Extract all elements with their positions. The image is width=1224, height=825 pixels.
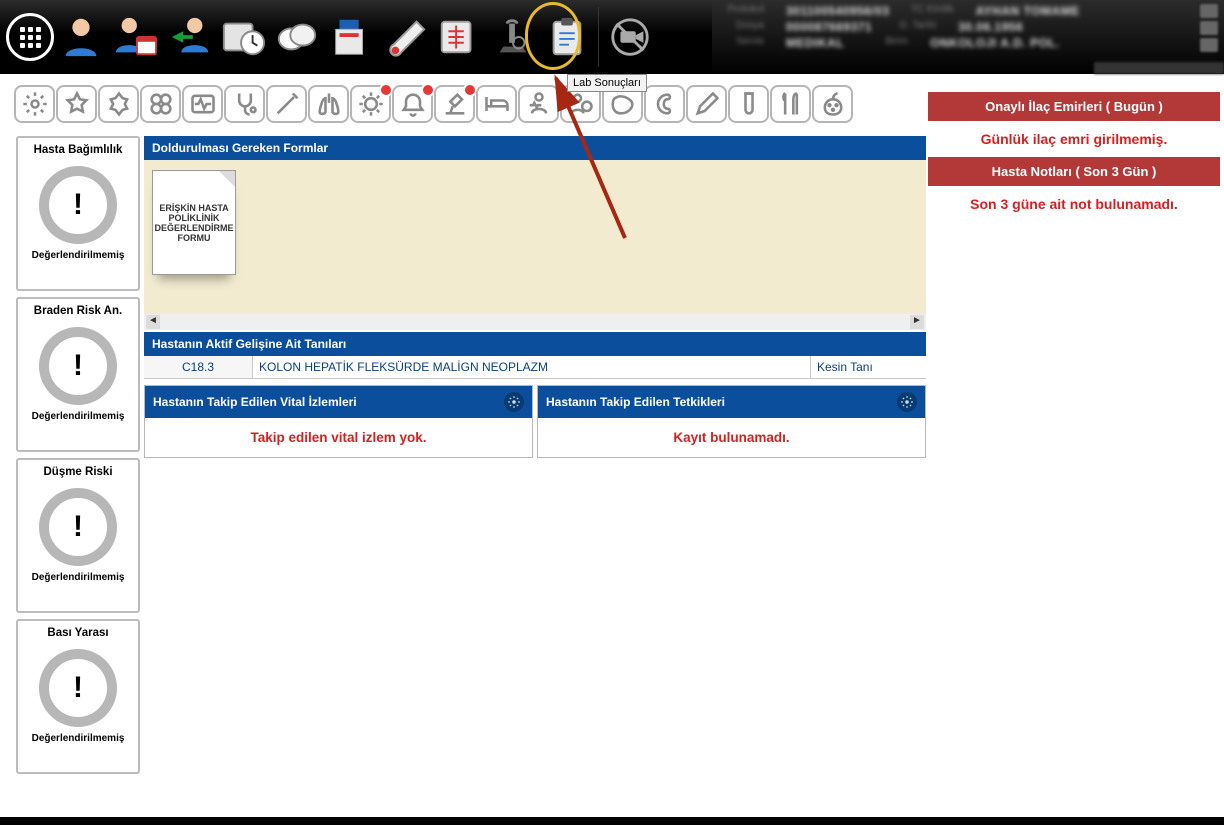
risk-card-fall[interactable]: Düşme Riski ! Değerlendirilmemiş xyxy=(16,458,140,613)
patient-schedule-button[interactable] xyxy=(108,0,162,74)
risk-card-dependency[interactable]: Hasta Bağımlılık ! Değerlendirilmemiş xyxy=(16,136,140,291)
patient-actions[interactable] xyxy=(1200,4,1218,52)
clock-button[interactable] xyxy=(216,0,270,74)
right-sidebar: Onaylı İlaç Emirleri ( Bugün ) Günlük il… xyxy=(928,92,1220,222)
notes-header: Hasta Notları ( Son 3 Gün ) xyxy=(928,157,1220,186)
patient-transfer-button[interactable] xyxy=(162,0,216,74)
diagnoses-header: Hastanın Aktif Gelişine Ait Tanıları xyxy=(144,332,926,356)
pills-button[interactable] xyxy=(270,0,324,74)
orders-header: Onaylı İlaç Emirleri ( Bugün ) xyxy=(928,92,1220,121)
tests-header: Hastanın Takip Edilen Tetkikleri xyxy=(546,395,725,409)
thermometer-button[interactable] xyxy=(378,0,432,74)
toolbar-divider xyxy=(598,7,599,67)
form-document[interactable]: ERİŞKİN HASTA POLİKLİNİK DEĞERLENDİRME F… xyxy=(152,170,236,275)
forms-scrollbar[interactable]: ◄ ► xyxy=(144,314,926,330)
risk-card-pressure[interactable]: Bası Yarası ! Değerlendirilmemiş xyxy=(16,619,140,774)
forms-header: Doldurulması Gereken Formlar xyxy=(144,136,926,160)
tests-empty-message: Kayıt bulunamadı. xyxy=(538,418,925,457)
risk-cards-column: Hasta Bağımlılık ! Değerlendirilmemiş Br… xyxy=(0,86,144,774)
diagnosis-row[interactable]: C18.3 KOLON HEPATİK FLEKSÜRDE MALİGN NEO… xyxy=(144,356,926,379)
no-camera-button[interactable] xyxy=(603,0,657,74)
tests-settings-button[interactable] xyxy=(897,392,917,412)
notes-empty-message: Son 3 güne ait not bulunamadı. xyxy=(928,186,1220,222)
patient-info-panel: Protokol301100540956/03TC KimlikAYHAN TO… xyxy=(712,0,1224,74)
vital-header: Hastanın Takip Edilen Vital İzlemleri xyxy=(153,395,357,409)
vital-empty-message: Takip edilen vital izlem yok. xyxy=(145,418,532,457)
orders-empty-message: Günlük ilaç emri girilmemiş. xyxy=(928,121,1220,157)
forms-body: ERİŞKİN HASTA POLİKLİNİK DEĞERLENDİRME F… xyxy=(144,160,926,314)
tests-panel: Hastanın Takip Edilen Tetkikleri Kayıt b… xyxy=(537,385,926,458)
lab-results-button[interactable] xyxy=(486,0,540,74)
clipboard-button[interactable] xyxy=(540,0,594,74)
risk-card-braden[interactable]: Braden Risk An. ! Değerlendirilmemiş xyxy=(16,297,140,452)
main-content: Doldurulması Gereken Formlar ERİŞKİN HAS… xyxy=(144,136,926,774)
patient-button[interactable] xyxy=(54,0,108,74)
diagnosis-type: Kesin Tanı xyxy=(810,356,926,378)
diagnosis-code: C18.3 xyxy=(144,356,252,378)
diagnosis-name: KOLON HEPATİK FLEKSÜRDE MALİGN NEOPLAZM xyxy=(252,356,810,378)
lab-results-tooltip: Lab Sonuçları xyxy=(567,74,647,92)
main-toolbar: Protokol301100540956/03TC KimlikAYHAN TO… xyxy=(0,0,1224,74)
xray-button[interactable] xyxy=(432,0,486,74)
bottom-bar xyxy=(0,817,1224,825)
scroll-right-icon[interactable]: ► xyxy=(910,315,924,329)
medication-box-button[interactable] xyxy=(324,0,378,74)
vital-settings-button[interactable] xyxy=(504,392,524,412)
scroll-left-icon[interactable]: ◄ xyxy=(146,315,160,329)
vital-panel: Hastanın Takip Edilen Vital İzlemleri Ta… xyxy=(144,385,533,458)
apps-menu-button[interactable] xyxy=(6,13,54,61)
